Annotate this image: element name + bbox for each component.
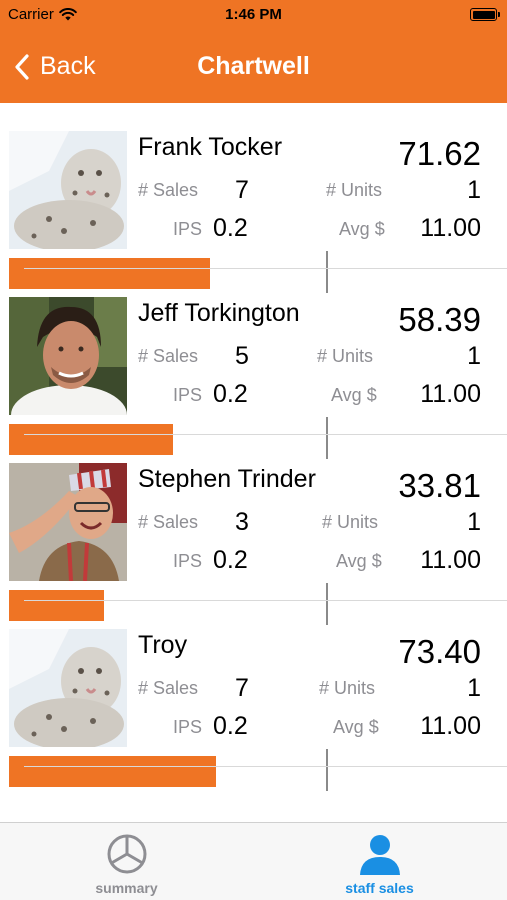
staff-photo	[9, 463, 127, 581]
staff-total: 58.39	[398, 301, 481, 338]
units-value: 1	[467, 674, 481, 702]
ips-value: 0.2	[213, 546, 248, 574]
pie-chart-icon	[107, 834, 146, 874]
ips-label: IPS	[173, 219, 203, 239]
status-bar: Carrier 1:46 PM	[0, 0, 507, 30]
sales-label: # Sales	[138, 346, 199, 366]
staff-name: Stephen Trinder	[138, 465, 316, 493]
staff-photo	[9, 629, 127, 747]
staff-name: Troy	[138, 631, 188, 659]
bar-divider	[326, 749, 328, 791]
staff-total: 73.40	[398, 633, 481, 670]
staff-total: 71.62	[398, 135, 481, 172]
ips-label: IPS	[173, 385, 203, 405]
avg-label: Avg $	[333, 717, 379, 737]
avg-value: 11.00	[420, 712, 481, 740]
sales-value: 3	[235, 508, 249, 536]
units-value: 1	[467, 342, 481, 370]
page-title: Chartwell	[197, 52, 310, 80]
ips-value: 0.2	[213, 380, 248, 408]
tab-summary-label: summary	[95, 880, 158, 896]
ips-label: IPS	[173, 551, 203, 571]
staff-row[interactable]: Frank Tocker 71.62 # Sales 7 # Units 1 I…	[0, 103, 507, 293]
sales-value: 7	[235, 176, 249, 204]
tab-staff-sales[interactable]: staff sales	[253, 823, 506, 900]
tab-bar: summary staff sales	[0, 822, 507, 900]
avg-label: Avg $	[336, 551, 382, 571]
units-value: 1	[467, 508, 481, 536]
avg-label: Avg $	[339, 219, 385, 239]
staff-total: 33.81	[398, 467, 481, 504]
ips-value: 0.2	[213, 214, 248, 242]
sales-label: # Sales	[138, 678, 199, 698]
row-separator	[24, 766, 507, 767]
person-icon	[359, 835, 400, 875]
avg-value: 11.00	[420, 214, 481, 242]
units-value: 1	[467, 176, 481, 204]
staff-name: Frank Tocker	[138, 133, 283, 161]
status-time: 1:46 PM	[225, 6, 282, 23]
staff-photo	[9, 297, 127, 415]
staff-name: Jeff Torkington	[138, 299, 300, 327]
units-label: # Units	[326, 180, 383, 200]
avg-value: 11.00	[420, 380, 481, 408]
sales-value: 7	[235, 674, 249, 702]
staff-row[interactable]: Jeff Torkington 58.39 # Sales 5 # Units …	[0, 269, 507, 459]
staff-photo	[9, 131, 127, 249]
ips-label: IPS	[173, 717, 203, 737]
battery-icon	[470, 8, 500, 21]
staff-row[interactable]: Stephen Trinder 33.81 # Sales 3 # Units …	[0, 435, 507, 625]
navigation-bar: Back Chartwell	[0, 30, 507, 103]
sales-label: # Sales	[138, 512, 199, 532]
avg-label: Avg $	[331, 385, 377, 405]
units-label: # Units	[322, 512, 379, 532]
avg-value: 11.00	[420, 546, 481, 574]
ips-value: 0.2	[213, 712, 248, 740]
units-label: # Units	[319, 678, 376, 698]
sales-label: # Sales	[138, 180, 199, 200]
sales-value: 5	[235, 342, 249, 370]
tab-summary[interactable]: summary	[0, 823, 253, 900]
sales-bar	[9, 756, 216, 787]
staff-row[interactable]: Troy 73.40 # Sales 7 # Units 1 IPS 0.2 A…	[0, 601, 507, 791]
units-label: # Units	[317, 346, 374, 366]
tab-staff-sales-label: staff sales	[345, 880, 414, 896]
